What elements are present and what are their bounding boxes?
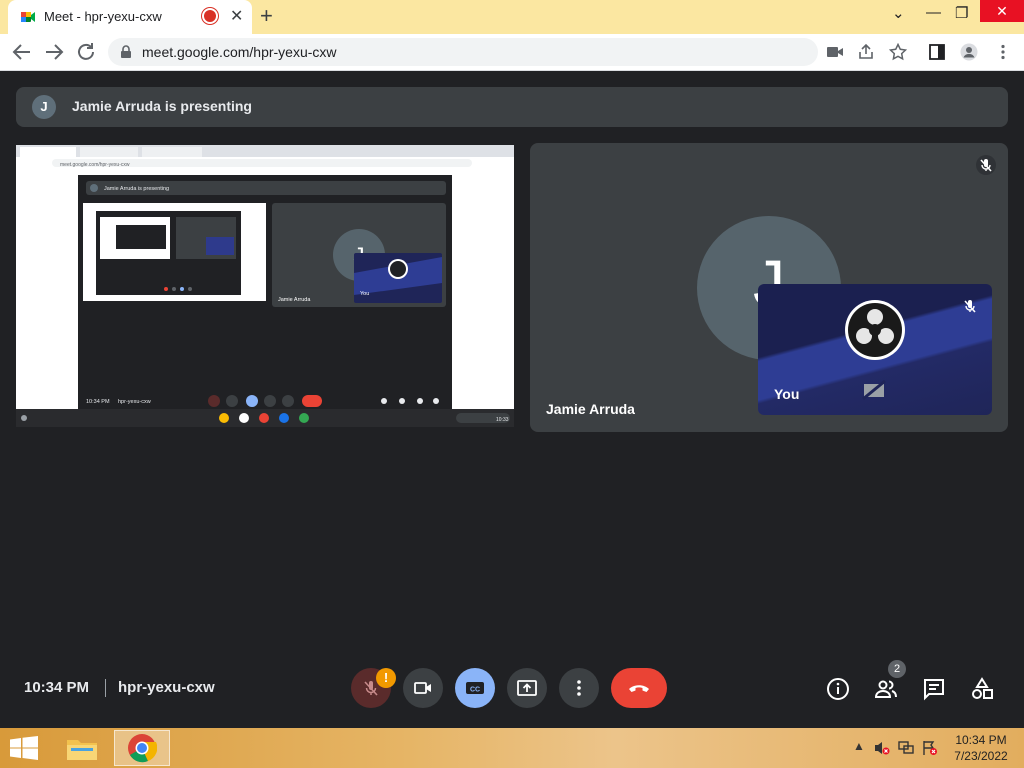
inner-url-text: meet.google.com/hpr-yexu-cxw: [60, 162, 130, 168]
system-clock[interactable]: 10:34 PM 7/23/2022: [950, 732, 1012, 764]
forward-arrow-icon[interactable]: [42, 40, 66, 64]
videocam-icon: [414, 682, 431, 694]
new-tab-button[interactable]: +: [260, 4, 273, 28]
address-bar[interactable]: meet.google.com/hpr-yexu-cxw: [108, 38, 818, 66]
google-meet-icon: [21, 12, 35, 22]
camera-in-use-icon[interactable]: [826, 43, 844, 61]
svg-text:CC: CC: [470, 687, 480, 694]
system-time: 10:34 PM: [955, 733, 1007, 747]
show-hidden-icons-chevron[interactable]: ▲: [853, 739, 865, 753]
clock-separator: [105, 679, 106, 697]
present-to-all-icon: [517, 680, 537, 696]
self-view-label: You: [774, 386, 800, 402]
closed-captions-icon: CC: [466, 682, 484, 694]
leave-call-button[interactable]: [611, 668, 667, 708]
chrome-taskbar-button[interactable]: [114, 730, 170, 766]
call-end-icon: [629, 685, 649, 692]
participant-name: Jamie Arruda: [546, 401, 635, 417]
speaker-muted-icon[interactable]: [874, 740, 890, 756]
shared-screen-image: meet.google.com/hpr-yexu-cxw Jamie Arrud…: [16, 145, 514, 427]
restore-window-button[interactable]: ❐: [955, 4, 968, 22]
action-center-flag-icon[interactable]: [922, 740, 938, 756]
browser-tab-strip: Meet - hpr-yexu-cxw ✕ + ⌄ — ❐ ✕: [0, 0, 1024, 34]
mic-off-icon: [976, 155, 996, 175]
folder-icon: [67, 740, 97, 760]
inner-banner-text: Jamie Arruda is presenting: [104, 186, 169, 192]
tab-title: Meet - hpr-yexu-cxw: [44, 9, 162, 24]
back-arrow-icon[interactable]: [10, 40, 34, 64]
side-panel-icon[interactable]: [928, 43, 946, 61]
more-options-button[interactable]: [559, 668, 599, 708]
browser-toolbar: meet.google.com/hpr-yexu-cxw: [0, 34, 1024, 71]
share-icon[interactable]: [857, 43, 875, 61]
inner-clock: 10:34 PM: [86, 399, 110, 405]
more-vert-icon: [577, 680, 581, 696]
windows-start-icon[interactable]: [10, 736, 38, 760]
chrome-icon: [128, 734, 157, 763]
tab-close-icon[interactable]: ✕: [230, 6, 243, 26]
presenter-avatar: J: [32, 95, 56, 119]
inner-shelf-clock: 10:33: [496, 417, 509, 423]
camera-off-icon: [862, 380, 886, 400]
inner-meeting-code: hpr-yexu-cxw: [118, 399, 151, 405]
inner-participant-name: Jamie Arruda: [278, 297, 311, 303]
inner-you-label: You: [360, 291, 369, 297]
browser-tab-meet[interactable]: Meet - hpr-yexu-cxw ✕: [8, 0, 252, 34]
windows-taskbar: ▲ 10:34 PM 7/23/2022: [0, 728, 1024, 768]
close-window-button[interactable]: ✕: [980, 0, 1024, 22]
captions-toggle-button[interactable]: CC: [455, 668, 495, 708]
screen-share-tile[interactable]: meet.google.com/hpr-yexu-cxw Jamie Arrud…: [16, 145, 514, 427]
reload-icon[interactable]: [74, 40, 98, 64]
people-icon[interactable]: [874, 677, 898, 701]
minimize-window-button[interactable]: —: [926, 4, 941, 21]
self-mic-off-icon: [964, 300, 976, 313]
url-text: meet.google.com/hpr-yexu-cxw: [142, 44, 337, 60]
chat-icon[interactable]: [922, 677, 946, 701]
obs-logo-icon: [845, 300, 905, 360]
tab-search-icon[interactable]: ⌄: [892, 4, 905, 22]
profile-avatar-icon[interactable]: [960, 43, 978, 61]
network-icon[interactable]: [898, 740, 914, 756]
presenting-banner: J Jamie Arruda is presenting: [16, 87, 1008, 127]
present-screen-button[interactable]: [507, 668, 547, 708]
meeting-details-icon[interactable]: [826, 677, 850, 701]
meeting-clock: 10:34 PM: [24, 679, 90, 696]
bookmark-star-icon[interactable]: [889, 43, 907, 61]
lock-icon[interactable]: [120, 45, 132, 59]
activities-icon[interactable]: [970, 677, 994, 701]
more-menu-icon[interactable]: [994, 43, 1012, 61]
meeting-code: hpr-yexu-cxw: [118, 679, 215, 696]
self-view-tile[interactable]: You: [758, 284, 992, 415]
recording-indicator-icon: [204, 10, 216, 22]
camera-toggle-button[interactable]: [403, 668, 443, 708]
file-explorer-taskbar-button[interactable]: [54, 730, 110, 766]
participant-count-badge: 2: [888, 660, 906, 678]
system-date: 7/23/2022: [954, 749, 1008, 763]
mic-warning-badge[interactable]: !: [376, 668, 396, 688]
presenting-text: Jamie Arruda is presenting: [72, 98, 252, 114]
